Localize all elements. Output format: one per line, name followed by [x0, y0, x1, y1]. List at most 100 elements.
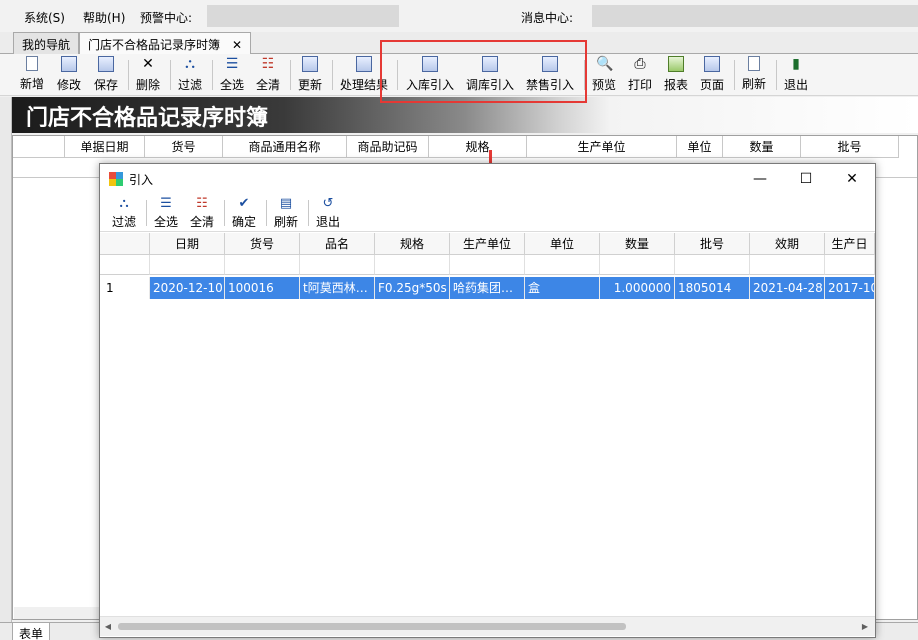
- table-cell[interactable]: 盒: [525, 277, 600, 299]
- row-header-cell: [100, 233, 150, 255]
- clear-all-icon: ☷: [261, 56, 275, 72]
- table-cell[interactable]: F0.25g*50s: [375, 277, 450, 299]
- table-cell[interactable]: 2020-12-10: [150, 277, 225, 299]
- table-cell[interactable]: 100016: [225, 277, 300, 299]
- table-cell[interactable]: 哈药集团…: [450, 277, 525, 299]
- menu-alert-center[interactable]: 预警中心:: [140, 9, 192, 26]
- column-header[interactable]: 数量: [723, 136, 801, 158]
- confirm-button[interactable]: ✔ 确定: [232, 197, 256, 231]
- update-icon: [302, 56, 318, 72]
- message-center-field: [592, 5, 918, 27]
- delete-button[interactable]: ✕ 删除: [136, 56, 160, 94]
- column-header[interactable]: 生产日: [825, 233, 875, 255]
- table-cell[interactable]: 1.000000: [600, 277, 675, 299]
- toolbar-separator: [308, 200, 309, 226]
- dialog-titlebar[interactable]: 引入 — ☐ ✕: [100, 164, 875, 194]
- column-header[interactable]: 规格: [375, 233, 450, 255]
- column-header[interactable]: 商品助记码: [347, 136, 429, 158]
- edit-icon: [61, 56, 77, 72]
- column-header[interactable]: 批号: [675, 233, 750, 255]
- page-icon: [704, 56, 720, 72]
- exit-button[interactable]: ▮ 退出: [784, 56, 808, 94]
- column-header[interactable]: 货号: [145, 136, 223, 158]
- column-header[interactable]: 品名: [300, 233, 375, 255]
- table-cell[interactable]: 2021-04-28: [750, 277, 825, 299]
- update-button[interactable]: 更新: [298, 56, 322, 94]
- table-cell[interactable]: 1805014: [675, 277, 750, 299]
- scroll-thumb[interactable]: [118, 623, 626, 630]
- clear-all-button[interactable]: ☷ 全清: [256, 56, 280, 94]
- minimize-button[interactable]: —: [737, 164, 783, 194]
- filter-cell[interactable]: [525, 255, 600, 275]
- select-all-icon: ☰: [225, 56, 239, 72]
- select-all-button[interactable]: ☰ 全选: [220, 56, 244, 94]
- filter-cell[interactable]: [150, 255, 225, 275]
- scroll-right-icon[interactable]: ▶: [859, 620, 871, 634]
- preview-button[interactable]: 🔍 预览: [592, 56, 616, 94]
- scroll-left-icon[interactable]: ◀: [102, 620, 114, 634]
- maximize-button[interactable]: ☐: [783, 164, 829, 194]
- filter-cell[interactable]: [675, 255, 750, 275]
- refresh-button[interactable]: 刷新: [742, 56, 766, 94]
- menu-help[interactable]: 帮助(H): [83, 9, 125, 26]
- toolbar-separator: [776, 60, 777, 90]
- alert-center-field: [207, 5, 399, 27]
- dialog-exit-button[interactable]: ↺ 退出: [316, 197, 340, 231]
- dialog-title: 引入: [129, 173, 154, 187]
- close-icon[interactable]: ✕: [232, 38, 242, 52]
- dialog-filter-button[interactable]: ⛬ 过滤: [112, 197, 136, 231]
- column-header[interactable]: 生产单位: [527, 136, 677, 158]
- menu-system[interactable]: 系统(S): [24, 9, 65, 26]
- edit-button[interactable]: 修改: [57, 56, 81, 94]
- left-panel-strip: [0, 97, 12, 627]
- filter-cell[interactable]: [750, 255, 825, 275]
- column-header[interactable]: 批号: [801, 136, 899, 158]
- column-header[interactable]: 效期: [750, 233, 825, 255]
- filter-cell[interactable]: [825, 255, 875, 275]
- save-button[interactable]: 保存: [94, 56, 118, 94]
- row-header-cell: [13, 136, 65, 158]
- binoculars-icon: ⛬: [119, 196, 129, 211]
- column-header[interactable]: 数量: [600, 233, 675, 255]
- column-header[interactable]: 单位: [525, 233, 600, 255]
- column-header[interactable]: 商品通用名称: [223, 136, 347, 158]
- table-cell[interactable]: 2017-10: [825, 277, 875, 299]
- filter-cell[interactable]: [375, 255, 450, 275]
- close-button[interactable]: ✕: [829, 164, 875, 194]
- table-cell[interactable]: t阿莫西林…: [300, 277, 375, 299]
- horizontal-scrollbar[interactable]: [14, 607, 104, 619]
- column-header[interactable]: 生产单位: [450, 233, 525, 255]
- column-header[interactable]: 日期: [150, 233, 225, 255]
- filter-cell[interactable]: [225, 255, 300, 275]
- tab-my-navigation[interactable]: 我的导航: [13, 32, 80, 54]
- import-grid[interactable]: 日期 货号 品名 规格 生产单位 单位 数量 批号 效期 生产日 1 2020-…: [100, 233, 875, 613]
- process-icon: [356, 56, 372, 72]
- column-header[interactable]: 规格: [429, 136, 527, 158]
- toolbar-separator: [128, 60, 129, 90]
- dialog-clear-all-button[interactable]: ☷ 全清: [190, 197, 214, 231]
- toolbar-separator: [212, 60, 213, 90]
- report-button[interactable]: 报表: [664, 56, 688, 94]
- checkmark-icon: ✔: [238, 196, 250, 211]
- column-header[interactable]: 单据日期: [65, 136, 145, 158]
- dialog-horizontal-scrollbar[interactable]: ◀ ▶: [100, 616, 875, 636]
- add-button[interactable]: 新增: [20, 56, 44, 94]
- tab-form[interactable]: 表单: [12, 623, 51, 640]
- toolbar-separator: [170, 60, 171, 90]
- tab-nonconforming-records[interactable]: 门店不合格品记录序时簿 ✕: [79, 32, 252, 55]
- dialog-refresh-button[interactable]: ▤ 刷新: [274, 197, 298, 231]
- dialog-select-all-button[interactable]: ☰ 全选: [154, 197, 178, 231]
- row-number[interactable]: 1: [100, 277, 150, 299]
- column-header[interactable]: 单位: [677, 136, 723, 158]
- toolbar-separator: [332, 60, 333, 90]
- toolbar-separator: [290, 60, 291, 90]
- refresh-icon: ▤: [279, 196, 293, 211]
- column-header[interactable]: 货号: [225, 233, 300, 255]
- page-button[interactable]: 页面: [700, 56, 724, 94]
- filter-cell[interactable]: [600, 255, 675, 275]
- printer-icon: ⎙: [634, 56, 646, 72]
- filter-cell[interactable]: [450, 255, 525, 275]
- print-button[interactable]: ⎙ 打印: [628, 56, 652, 94]
- filter-cell[interactable]: [300, 255, 375, 275]
- filter-button[interactable]: ⛬ 过滤: [178, 56, 202, 94]
